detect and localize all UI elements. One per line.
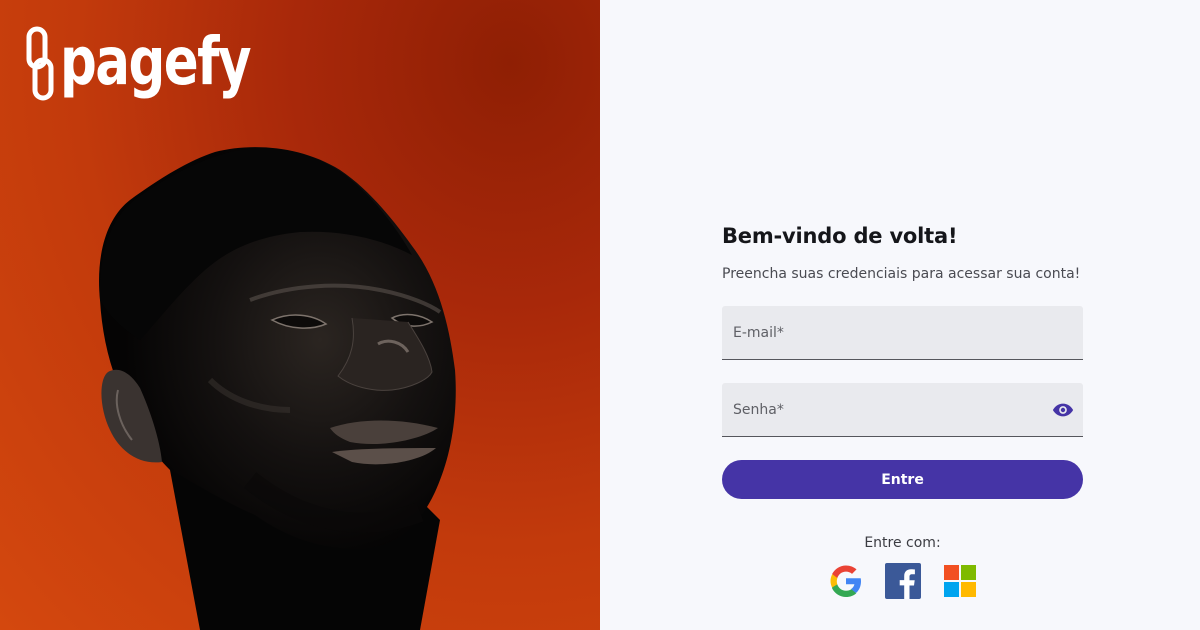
social-login-buttons	[722, 563, 1083, 599]
microsoft-icon[interactable]	[942, 563, 978, 599]
eye-icon[interactable]	[1052, 399, 1074, 421]
link-logo-icon	[26, 26, 54, 101]
hero-panel: pagefy	[0, 0, 600, 630]
email-field-container	[722, 306, 1083, 360]
login-button[interactable]: Entre	[722, 460, 1083, 499]
facebook-icon[interactable]	[884, 563, 921, 599]
pagefy-logo: pagefy	[26, 26, 304, 102]
google-icon[interactable]	[828, 563, 864, 599]
password-field[interactable]	[722, 383, 1083, 436]
brand-name: pagefy	[60, 23, 252, 100]
page-subtitle: Preencha suas credenciais para acessar s…	[722, 266, 1081, 282]
login-form: Bem-vindo de volta! Preencha suas creden…	[722, 224, 1083, 599]
login-panel: Bem-vindo de volta! Preencha suas creden…	[600, 0, 1200, 630]
page-title: Bem-vindo de volta!	[722, 224, 958, 248]
social-login-label: Entre com:	[864, 535, 941, 551]
email-field[interactable]	[722, 306, 1083, 359]
password-field-container	[722, 383, 1083, 437]
